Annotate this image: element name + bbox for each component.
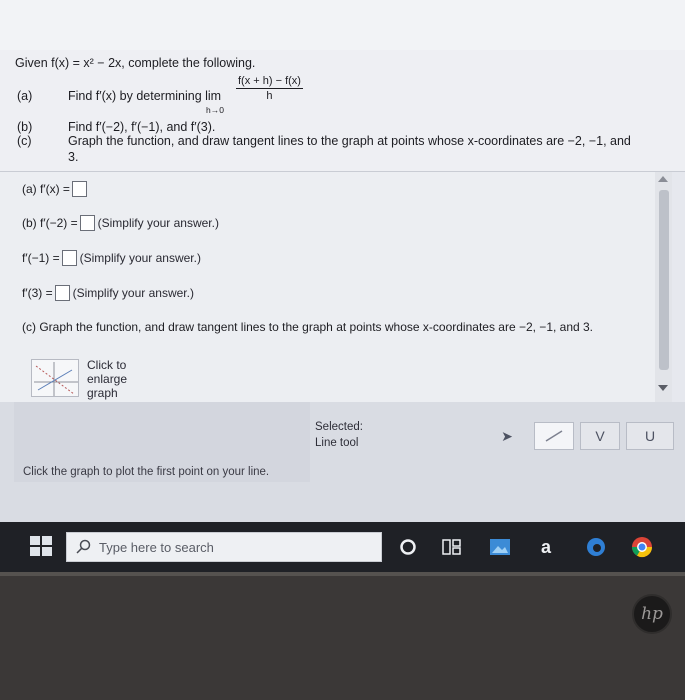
answer-b1-hint: (Simplify your answer.)	[97, 216, 219, 230]
laptop-bezel-edge	[0, 572, 685, 576]
part-b-letter: (b)	[17, 120, 33, 134]
answer-b3-label: f′(3) =	[22, 286, 53, 300]
cortana-icon[interactable]	[396, 535, 420, 559]
scroll-up-arrow-icon[interactable]	[658, 176, 668, 182]
answer-b2-label: f′(−1) =	[22, 251, 60, 265]
pointer-tool-button[interactable]: ➤	[492, 422, 522, 450]
search-icon	[76, 539, 91, 554]
limit-numerator: f(x + h) − f(x)	[236, 75, 303, 89]
line-tool-icon	[545, 430, 563, 442]
answer-scrollbar[interactable]	[655, 172, 672, 402]
check-tool-icon: V	[595, 428, 605, 444]
answer-a-row: (a) f′(x) =	[22, 181, 90, 197]
answer-b2-input[interactable]	[61, 250, 77, 266]
scroll-thumb[interactable]	[659, 190, 669, 370]
selected-tool-info: Selected: Line tool	[315, 419, 363, 451]
answer-a-input[interactable]	[71, 181, 87, 197]
curve-tool-button[interactable]: U	[626, 422, 674, 450]
scroll-down-arrow-icon[interactable]	[658, 385, 668, 391]
limit-subscript: h→0	[206, 105, 224, 115]
selected-tool-name: Line tool	[315, 437, 359, 449]
enlarge-line-3: graph	[87, 386, 118, 400]
hp-logo: hp	[632, 594, 672, 634]
hp-logo-text: hp	[641, 604, 663, 624]
selected-label: Selected:	[315, 421, 363, 433]
search-placeholder: Type here to search	[99, 539, 214, 555]
limit-denominator: h	[266, 90, 273, 102]
part-c-text: Graph the function, and draw tangent lin…	[68, 134, 631, 148]
part-a-letter: (a)	[17, 89, 33, 103]
graph-thumbnail-icon	[31, 359, 79, 397]
answer-b3-input[interactable]	[54, 285, 70, 301]
enlarge-line-1: Click to	[87, 358, 127, 372]
check-tool-button[interactable]: V	[580, 422, 620, 450]
chrome-icon[interactable]	[630, 535, 654, 559]
edge-icon[interactable]	[584, 535, 608, 559]
answer-a-label: (a) f′(x) =	[22, 182, 70, 196]
windows-start-icon[interactable]	[30, 536, 52, 556]
enlarge-line-2: enlarge	[87, 372, 128, 386]
task-view-icon[interactable]	[440, 535, 464, 559]
answer-b3-hint: (Simplify your answer.)	[72, 286, 194, 300]
answer-b1-label: (b) f′(−2) =	[22, 216, 78, 230]
enlarge-graph-text[interactable]: Click to enlarge graph	[87, 358, 127, 400]
graph-status-text: Click the graph to plot the first point …	[23, 466, 270, 478]
question-panel: Given f(x) = x² − 2x, complete the follo…	[0, 50, 685, 172]
line-tool-button[interactable]	[534, 422, 574, 450]
pointer-icon: ➤	[501, 427, 513, 444]
amazon-icon[interactable]: a	[534, 535, 558, 559]
part-a-text: Find f′(x) by determining lim	[68, 89, 222, 103]
limit-fraction: f(x + h) − f(x) h	[236, 75, 303, 102]
answer-c-text: (c) Graph the function, and draw tangent…	[22, 320, 594, 334]
taskbar: Type here to search a	[0, 522, 685, 572]
taskbar-search-box[interactable]: Type here to search	[66, 532, 382, 562]
part-b-text: Find f′(−2), f′(−1), and f′(3).	[68, 120, 216, 134]
curve-tool-icon: U	[644, 428, 656, 444]
enlarge-graph-button[interactable]: Click to enlarge graph	[25, 355, 135, 401]
answer-b1-row: (b) f′(−2) = (Simplify your answer.)	[22, 215, 219, 231]
screen-top-area	[0, 0, 685, 50]
screen: Given f(x) = x² − 2x, complete the follo…	[0, 0, 685, 575]
part-c-text-cont: 3.	[68, 150, 79, 164]
answer-b2-hint: (Simplify your answer.)	[79, 251, 201, 265]
answer-b2-row: f′(−1) = (Simplify your answer.)	[22, 250, 201, 266]
photos-icon[interactable]	[488, 535, 512, 559]
question-intro: Given f(x) = x² − 2x, complete the follo…	[15, 56, 256, 70]
answer-b3-row: f′(3) = (Simplify your answer.)	[22, 285, 194, 301]
answer-b1-input[interactable]	[79, 215, 95, 231]
part-c-letter: (c)	[17, 134, 32, 148]
